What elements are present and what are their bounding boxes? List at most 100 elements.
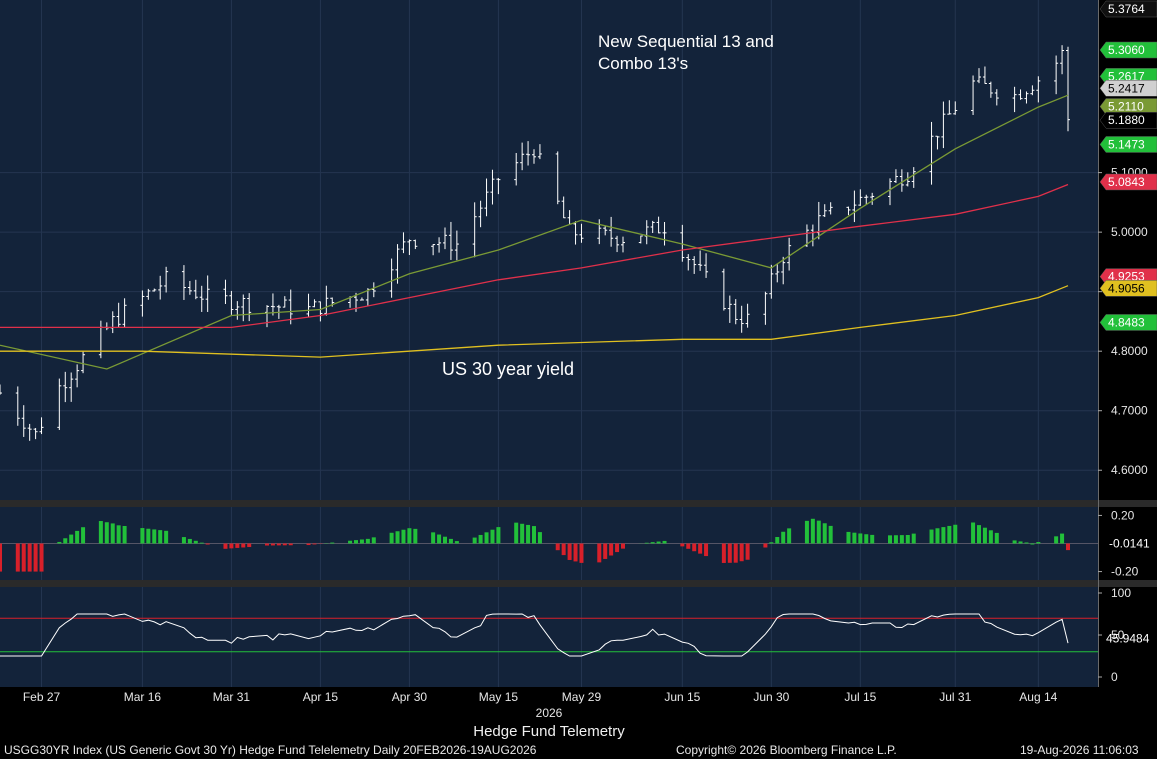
macd-bar: [573, 543, 578, 562]
macd-bar: [888, 535, 892, 544]
macd-bar: [181, 537, 186, 544]
value-flag: 5.2417: [1099, 80, 1157, 97]
macd-bar: [526, 524, 531, 544]
macd-bar: [822, 523, 827, 544]
value-flag: 5.3060: [1099, 41, 1157, 59]
macd-bar: [1060, 533, 1065, 544]
price-panel: [0, 0, 1098, 500]
macd-bar: [288, 543, 293, 546]
macd-bar: [306, 543, 311, 546]
macd-bar: [982, 527, 987, 544]
macd-bar: [864, 534, 869, 544]
x-tick-label: Jun 30: [753, 690, 789, 704]
value-flag-label: 5.3764: [1108, 2, 1145, 16]
footer-timestamp: 19-Aug-2026 11:06:03: [1020, 743, 1139, 757]
macd-bar: [977, 525, 981, 544]
footer-security-description: USGG30YR Index (US Generic Govt 30 Yr) H…: [4, 743, 537, 757]
macd-bar: [454, 541, 459, 544]
macd-bar: [615, 543, 620, 553]
value-flag: 5.1880: [1099, 111, 1157, 129]
x-axis-year: 2026: [536, 706, 563, 720]
x-tick-label: Feb 27: [23, 690, 61, 704]
macd-bar: [81, 527, 86, 544]
macd-bar: [644, 542, 649, 544]
macd-bar: [804, 520, 809, 544]
macd-bar: [947, 525, 952, 544]
macd-bar: [21, 543, 26, 572]
macd-bar: [941, 527, 946, 544]
x-tick-label: Jul 15: [844, 690, 876, 704]
macd-bar: [235, 543, 240, 548]
macd-y-tick-label: 0.20: [1111, 508, 1135, 522]
y-axis-line: [1098, 0, 1099, 687]
chart-window: 4.60004.70004.80004.90005.00005.1000Feb …: [0, 0, 1157, 759]
macd-bar: [389, 532, 394, 544]
macd-bar: [282, 543, 287, 546]
macd-bar: [662, 540, 667, 544]
macd-bar: [57, 541, 62, 544]
rsi-last-value: 45.9484: [1106, 631, 1150, 645]
macd-bar: [555, 543, 560, 551]
macd-bar: [739, 543, 744, 562]
macd-bar: [431, 532, 436, 544]
x-tick-label: Aug 14: [1019, 690, 1057, 704]
macd-bar: [763, 543, 768, 548]
macd-bar: [490, 529, 495, 544]
macd-bar: [775, 537, 780, 544]
macd-bar: [769, 542, 774, 544]
macd-bar: [401, 529, 406, 544]
macd-bar: [359, 539, 364, 544]
rsi-y-tick-label: 0: [1111, 670, 1118, 684]
macd-last-value: -0.0141: [1109, 537, 1150, 551]
macd-bar: [781, 531, 786, 544]
panel-divider: [0, 580, 1157, 587]
x-tick-label: May 15: [479, 690, 519, 704]
macd-bar: [407, 528, 412, 544]
macd-bar: [971, 522, 976, 544]
macd-bar: [561, 543, 566, 556]
macd-bar: [1036, 542, 1041, 544]
macd-bar: [603, 543, 608, 559]
annotation-text: New Sequential 13 and: [598, 32, 774, 51]
value-flag: 5.0843: [1099, 173, 1157, 191]
macd-bar: [69, 534, 74, 544]
macd-bar: [733, 543, 738, 563]
macd-bar: [371, 537, 376, 544]
macd-bar: [692, 543, 697, 552]
macd-bar: [413, 528, 418, 544]
macd-bar: [122, 525, 127, 544]
macd-bar: [354, 540, 358, 544]
macd-bar: [609, 543, 614, 556]
macd-bar: [727, 543, 732, 563]
macd-bar: [146, 528, 151, 544]
annotation-text: Combo 13's: [598, 54, 688, 73]
macd-bar: [567, 543, 572, 560]
x-tick-label: May 29: [562, 690, 602, 704]
macd-bar: [621, 543, 625, 549]
value-flag-label: 5.1880: [1108, 113, 1145, 127]
macd-bar: [650, 542, 655, 544]
macd-bar: [33, 543, 38, 572]
macd-bar: [935, 528, 940, 544]
chart-title: Hedge Fund Telemetry: [473, 723, 625, 740]
footer-copyright: Copyright© 2026 Bloomberg Finance L.P.: [676, 743, 897, 757]
x-tick-label: Mar 31: [213, 690, 251, 704]
macd-bar: [199, 542, 204, 544]
macd-bar: [276, 543, 281, 546]
macd-bar: [579, 543, 584, 563]
value-flag-label: 5.1473: [1108, 137, 1145, 151]
macd-bar: [514, 522, 519, 544]
macd-bar: [110, 523, 115, 544]
macd-bar: [656, 541, 661, 544]
macd-bar: [0, 543, 2, 572]
value-flag-label: 5.2110: [1108, 100, 1144, 114]
value-flag: 4.9056: [1099, 280, 1157, 297]
y-tick-label: 4.7000: [1111, 404, 1148, 418]
macd-bar: [520, 523, 525, 544]
value-flag-label: 4.8483: [1108, 315, 1145, 329]
macd-bar: [899, 535, 904, 544]
macd-bar: [241, 543, 246, 548]
macd-bar: [205, 543, 210, 545]
y-tick-label: 4.6000: [1111, 463, 1148, 477]
macd-bar: [193, 540, 198, 544]
